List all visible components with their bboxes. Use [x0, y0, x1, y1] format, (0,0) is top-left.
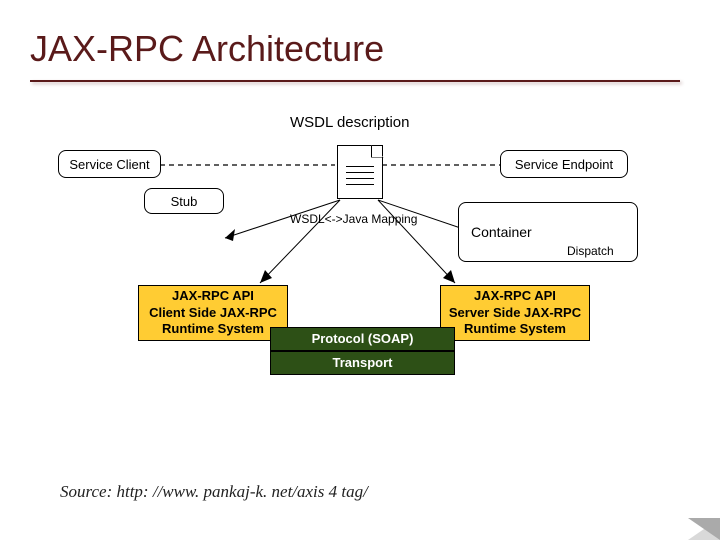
service-client-box: Service Client [58, 150, 161, 178]
client-runtime-box: JAX-RPC API Client Side JAX-RPC Runtime … [138, 285, 288, 341]
server-runtime-box: JAX-RPC API Server Side JAX-RPC Runtime … [440, 285, 590, 341]
source-attribution: Source: http: //www. pankaj-k. net/axis … [60, 482, 368, 502]
dispatch-label: Dispatch [567, 244, 614, 258]
wsdl-document-icon [337, 145, 383, 199]
wsdl-java-mapping-label: WSDL<->Java Mapping [290, 212, 417, 226]
transport-box: Transport [270, 351, 455, 375]
architecture-diagram: WSDL description Service Client Service … [0, 110, 720, 470]
title-underline [30, 80, 680, 82]
service-endpoint-box: Service Endpoint [500, 150, 628, 178]
slide-title: JAX-RPC Architecture [30, 28, 384, 70]
wsdl-description-label: WSDL description [290, 114, 410, 131]
page-corner-icon [688, 518, 720, 540]
protocol-box: Protocol (SOAP) [270, 327, 455, 351]
stub-box: Stub [144, 188, 224, 214]
